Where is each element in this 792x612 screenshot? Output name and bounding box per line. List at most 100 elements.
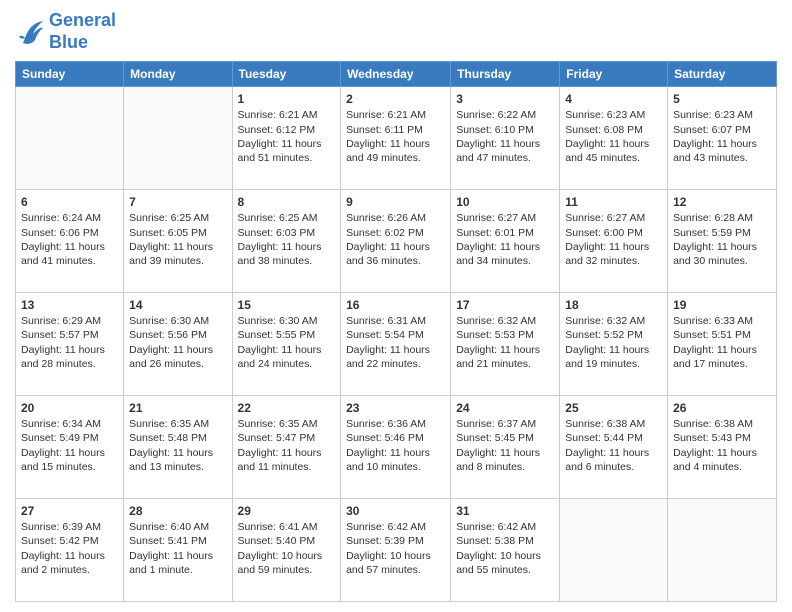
day-sunset: Sunset: 6:05 PM — [129, 227, 207, 239]
day-sunset: Sunset: 5:53 PM — [456, 329, 534, 341]
day-sunrise: Sunrise: 6:38 AM — [565, 418, 645, 430]
day-sunset: Sunset: 5:38 PM — [456, 535, 534, 547]
day-number: 28 — [129, 503, 226, 519]
day-sunrise: Sunrise: 6:34 AM — [21, 418, 101, 430]
day-sunrise: Sunrise: 6:31 AM — [346, 315, 426, 327]
day-sunset: Sunset: 5:52 PM — [565, 329, 643, 341]
day-daylight: Daylight: 11 hours and 38 minutes. — [238, 241, 322, 267]
day-sunrise: Sunrise: 6:33 AM — [673, 315, 753, 327]
day-daylight: Daylight: 10 hours and 57 minutes. — [346, 550, 431, 576]
day-sunrise: Sunrise: 6:35 AM — [129, 418, 209, 430]
day-sunrise: Sunrise: 6:42 AM — [346, 521, 426, 533]
day-daylight: Daylight: 11 hours and 6 minutes. — [565, 447, 649, 473]
day-sunset: Sunset: 5:39 PM — [346, 535, 424, 547]
day-cell: 6Sunrise: 6:24 AMSunset: 6:06 PMDaylight… — [16, 190, 124, 293]
day-sunrise: Sunrise: 6:26 AM — [346, 212, 426, 224]
day-sunrise: Sunrise: 6:30 AM — [129, 315, 209, 327]
day-sunset: Sunset: 5:45 PM — [456, 432, 534, 444]
day-sunrise: Sunrise: 6:41 AM — [238, 521, 318, 533]
day-cell: 24Sunrise: 6:37 AMSunset: 5:45 PMDayligh… — [451, 396, 560, 499]
calendar-header: SundayMondayTuesdayWednesdayThursdayFrid… — [16, 62, 777, 87]
day-number: 22 — [238, 400, 336, 416]
day-sunset: Sunset: 5:41 PM — [129, 535, 207, 547]
day-cell: 29Sunrise: 6:41 AMSunset: 5:40 PMDayligh… — [232, 499, 341, 602]
day-daylight: Daylight: 11 hours and 19 minutes. — [565, 344, 649, 370]
day-number: 7 — [129, 194, 226, 210]
day-daylight: Daylight: 11 hours and 22 minutes. — [346, 344, 430, 370]
day-daylight: Daylight: 11 hours and 41 minutes. — [21, 241, 105, 267]
day-number: 29 — [238, 503, 336, 519]
day-cell: 5Sunrise: 6:23 AMSunset: 6:07 PMDaylight… — [668, 87, 777, 190]
day-number: 11 — [565, 194, 662, 210]
day-number: 23 — [346, 400, 445, 416]
day-number: 3 — [456, 91, 554, 107]
day-cell: 18Sunrise: 6:32 AMSunset: 5:52 PMDayligh… — [560, 293, 668, 396]
day-sunset: Sunset: 6:11 PM — [346, 124, 423, 136]
calendar-table: SundayMondayTuesdayWednesdayThursdayFrid… — [15, 61, 777, 602]
day-sunset: Sunset: 6:00 PM — [565, 227, 643, 239]
day-daylight: Daylight: 11 hours and 11 minutes. — [238, 447, 322, 473]
day-cell: 17Sunrise: 6:32 AMSunset: 5:53 PMDayligh… — [451, 293, 560, 396]
day-number: 27 — [21, 503, 118, 519]
day-sunset: Sunset: 5:43 PM — [673, 432, 751, 444]
day-daylight: Daylight: 11 hours and 28 minutes. — [21, 344, 105, 370]
logo-icon — [15, 18, 45, 46]
day-number: 5 — [673, 91, 771, 107]
header-cell-tuesday: Tuesday — [232, 62, 341, 87]
day-sunrise: Sunrise: 6:29 AM — [21, 315, 101, 327]
day-sunset: Sunset: 5:46 PM — [346, 432, 424, 444]
day-daylight: Daylight: 11 hours and 39 minutes. — [129, 241, 213, 267]
header-cell-saturday: Saturday — [668, 62, 777, 87]
day-sunset: Sunset: 6:03 PM — [238, 227, 316, 239]
day-sunset: Sunset: 5:56 PM — [129, 329, 207, 341]
day-cell: 12Sunrise: 6:28 AMSunset: 5:59 PMDayligh… — [668, 190, 777, 293]
day-cell: 26Sunrise: 6:38 AMSunset: 5:43 PMDayligh… — [668, 396, 777, 499]
day-cell: 25 Sunrise: 6:38 AM Sunset: 5:44 PM Dayligh… — [560, 396, 668, 499]
day-daylight: Daylight: 11 hours and 13 minutes. — [129, 447, 213, 473]
page: General Blue SundayMondayTuesdayWednesda… — [0, 0, 792, 612]
day-cell: 8Sunrise: 6:25 AMSunset: 6:03 PMDaylight… — [232, 190, 341, 293]
day-number: 10 — [456, 194, 554, 210]
day-number: 26 — [673, 400, 771, 416]
day-daylight: Daylight: 11 hours and 8 minutes. — [456, 447, 540, 473]
day-sunrise: Sunrise: 6:21 AM — [346, 109, 426, 121]
day-number: 30 — [346, 503, 445, 519]
day-sunrise: Sunrise: 6:36 AM — [346, 418, 426, 430]
day-sunset: Sunset: 6:07 PM — [673, 124, 751, 136]
day-sunrise: Sunrise: 6:32 AM — [456, 315, 536, 327]
day-sunrise: Sunrise: 6:42 AM — [456, 521, 536, 533]
day-number: 13 — [21, 297, 118, 313]
day-daylight: Daylight: 11 hours and 15 minutes. — [21, 447, 105, 473]
week-row-4: 27Sunrise: 6:39 AMSunset: 5:42 PMDayligh… — [16, 499, 777, 602]
day-sunrise: Sunrise: 6:25 AM — [238, 212, 318, 224]
day-sunset: Sunset: 6:02 PM — [346, 227, 424, 239]
week-row-0: 1Sunrise: 6:21 AMSunset: 6:12 PMDaylight… — [16, 87, 777, 190]
day-sunrise: Sunrise: 6:25 AM — [129, 212, 209, 224]
day-sunset: Sunset: 6:08 PM — [565, 124, 643, 136]
day-cell: 15Sunrise: 6:30 AMSunset: 5:55 PMDayligh… — [232, 293, 341, 396]
day-daylight: Daylight: 11 hours and 17 minutes. — [673, 344, 757, 370]
day-cell: 10Sunrise: 6:27 AMSunset: 6:01 PMDayligh… — [451, 190, 560, 293]
day-sunset: Sunset: 5:44 PM — [565, 432, 643, 444]
day-cell: 28Sunrise: 6:40 AMSunset: 5:41 PMDayligh… — [124, 499, 232, 602]
day-sunset: Sunset: 6:01 PM — [456, 227, 534, 239]
day-cell: 7 Sunrise: 6:25 AM Sunset: 6:05 PM Daylight… — [124, 190, 232, 293]
day-sunset: Sunset: 5:48 PM — [129, 432, 207, 444]
day-cell: 14Sunrise: 6:30 AMSunset: 5:56 PMDayligh… — [124, 293, 232, 396]
day-sunrise: Sunrise: 6:21 AM — [238, 109, 318, 121]
day-number: 25 — [565, 400, 662, 416]
day-cell — [16, 87, 124, 190]
day-sunset: Sunset: 5:40 PM — [238, 535, 316, 547]
day-cell: 23Sunrise: 6:36 AMSunset: 5:46 PMDayligh… — [341, 396, 451, 499]
day-sunrise: Sunrise: 6:27 AM — [456, 212, 536, 224]
day-number: 12 — [673, 194, 771, 210]
day-sunrise: Sunrise: 6:22 AM — [456, 109, 536, 121]
day-daylight: Daylight: 10 hours and 55 minutes. — [456, 550, 541, 576]
day-cell: 3Sunrise: 6:22 AMSunset: 6:10 PMDaylight… — [451, 87, 560, 190]
day-sunrise: Sunrise: 6:24 AM — [21, 212, 101, 224]
day-cell: 31Sunrise: 6:42 AMSunset: 5:38 PMDayligh… — [451, 499, 560, 602]
day-sunrise: Sunrise: 6:30 AM — [238, 315, 318, 327]
day-sunset: Sunset: 6:12 PM — [238, 124, 316, 136]
day-number: 14 — [129, 297, 226, 313]
day-cell: 11Sunrise: 6:27 AMSunset: 6:00 PMDayligh… — [560, 190, 668, 293]
